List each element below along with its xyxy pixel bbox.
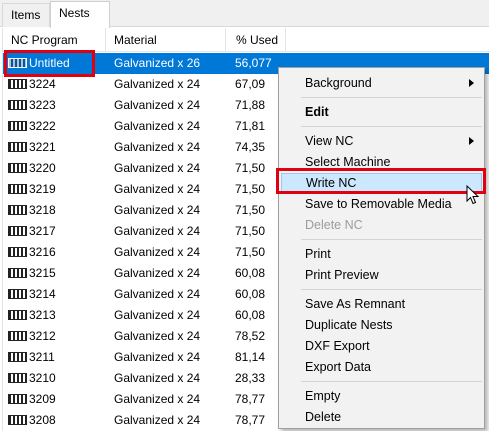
- material-cell: Galvanized x 24: [114, 140, 201, 154]
- mouse-cursor-icon: [466, 185, 480, 205]
- material-cell: Galvanized x 24: [114, 287, 201, 301]
- nc-program-cell: 3209: [29, 392, 56, 406]
- nc-program-cell: 3221: [29, 140, 56, 154]
- menu-item-save-removable-media[interactable]: Save to Removable Media: [281, 194, 482, 215]
- column-header-nc-program[interactable]: NC Program: [3, 28, 106, 52]
- submenu-arrow-icon: [469, 79, 474, 87]
- menu-item-duplicate-nests[interactable]: Duplicate Nests: [281, 315, 482, 336]
- nc-program-cell: 3219: [29, 182, 56, 196]
- nest-icon: [8, 205, 27, 215]
- material-cell: Galvanized x 24: [114, 329, 201, 343]
- material-cell: Galvanized x 24: [114, 308, 201, 322]
- menu-separator: [301, 97, 482, 98]
- nc-program-cell: Untitled: [29, 56, 70, 70]
- nest-icon: [8, 373, 27, 383]
- tab-nests[interactable]: Nests: [50, 1, 110, 28]
- nest-icon: [8, 289, 27, 299]
- nest-icon: [8, 394, 27, 404]
- menu-item-background[interactable]: Background: [281, 73, 482, 94]
- material-cell: Galvanized x 24: [114, 98, 201, 112]
- nc-program-cell: 3223: [29, 98, 56, 112]
- grid-header: NC Program Material % Used: [3, 28, 489, 52]
- nest-icon: [8, 121, 27, 131]
- nc-program-cell: 3213: [29, 308, 56, 322]
- nest-icon: [8, 310, 27, 320]
- nest-icon: [8, 100, 27, 110]
- menu-item-print[interactable]: Print: [281, 244, 482, 265]
- menu-item-delete[interactable]: Delete: [281, 407, 482, 428]
- context-menu: Background Edit View NC Select Machine W…: [278, 67, 485, 429]
- menu-separator: [301, 126, 482, 127]
- material-cell: Galvanized x 24: [114, 77, 201, 91]
- material-cell: Galvanized x 24: [114, 350, 201, 364]
- column-header-material[interactable]: Material: [106, 28, 226, 52]
- material-cell: Galvanized x 24: [114, 224, 201, 238]
- tab-items[interactable]: Items: [2, 3, 50, 27]
- menu-item-delete-nc: Delete NC: [305, 218, 363, 232]
- nest-icon: [8, 331, 27, 341]
- menu-item-export-data[interactable]: Export Data: [281, 357, 482, 378]
- nest-icon: [8, 79, 27, 89]
- menu-item-dxf-export[interactable]: DXF Export: [281, 336, 482, 357]
- menu-item-save-as-remnant[interactable]: Save As Remnant: [281, 294, 482, 315]
- material-cell: Galvanized x 26: [114, 56, 201, 70]
- nc-program-cell: 3210: [29, 371, 56, 385]
- menu-item-empty[interactable]: Empty: [281, 386, 482, 407]
- nc-program-cell: 3211: [29, 350, 55, 364]
- nest-icon: [8, 58, 27, 68]
- submenu-arrow-icon: [469, 137, 474, 145]
- material-cell: Galvanized x 24: [114, 245, 201, 259]
- menu-item-write-nc[interactable]: Write NC: [281, 173, 482, 194]
- material-cell: Galvanized x 24: [114, 203, 201, 217]
- menu-item-edit[interactable]: Edit: [281, 102, 482, 123]
- material-cell: Galvanized x 24: [114, 182, 201, 196]
- material-cell: Galvanized x 24: [114, 266, 201, 280]
- tab-strip: Items Nests: [0, 0, 489, 28]
- nc-program-cell: 3217: [29, 224, 56, 238]
- menu-item-print-preview[interactable]: Print Preview: [281, 265, 482, 286]
- menu-separator: [301, 239, 482, 240]
- material-cell: Galvanized x 24: [114, 161, 201, 175]
- menu-separator: [301, 381, 482, 382]
- nc-program-cell: 3212: [29, 329, 56, 343]
- material-cell: Galvanized x 24: [114, 119, 201, 133]
- menu-separator: [301, 289, 482, 290]
- material-cell: Galvanized x 24: [114, 413, 201, 427]
- nc-program-cell: 3214: [29, 287, 56, 301]
- nc-program-cell: 3222: [29, 119, 56, 133]
- column-header-percent-used[interactable]: % Used: [226, 28, 286, 52]
- menu-item-view-nc[interactable]: View NC: [281, 131, 482, 152]
- nest-icon: [8, 415, 27, 425]
- nest-icon: [8, 226, 27, 236]
- nc-program-cell: 3224: [29, 77, 56, 91]
- material-cell: Galvanized x 24: [114, 371, 201, 385]
- nc-program-cell: 3215: [29, 266, 56, 280]
- nc-program-cell: 3208: [29, 413, 56, 427]
- nest-icon: [8, 184, 27, 194]
- nc-program-cell: 3218: [29, 203, 56, 217]
- nc-program-cell: 3220: [29, 161, 56, 175]
- nest-icon: [8, 352, 27, 362]
- nest-icon: [8, 142, 27, 152]
- nest-icon: [8, 247, 27, 257]
- material-cell: Galvanized x 24: [114, 392, 201, 406]
- nc-program-cell: 3216: [29, 245, 56, 259]
- nest-icon: [8, 268, 27, 278]
- menu-item-select-machine[interactable]: Select Machine: [281, 152, 482, 173]
- nest-icon: [8, 163, 27, 173]
